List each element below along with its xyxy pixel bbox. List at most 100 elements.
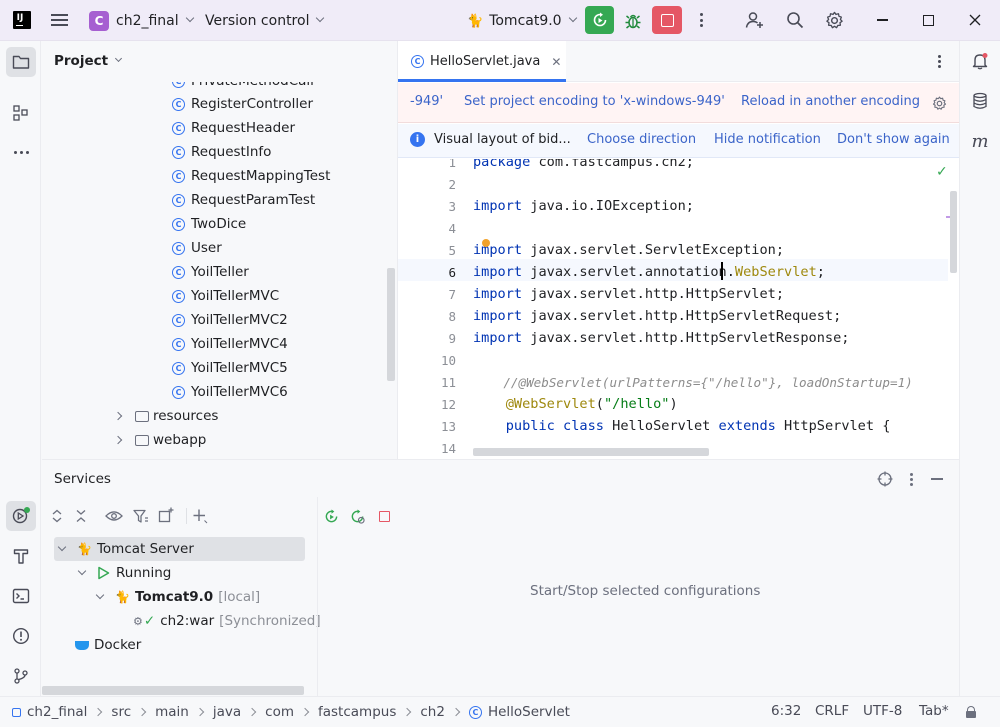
project-switcher[interactable]: C ch2_final [89,10,194,31]
tree-item-class[interactable]: C PrivateMethodCall [172,82,314,93]
maximize-button[interactable] [918,10,938,30]
tree-item-class[interactable]: C YoilTellerMVC4 [172,332,288,356]
hide-notification-link[interactable]: Hide notification [714,132,821,147]
banner-settings-icon[interactable] [930,94,948,112]
editor-tabs-more-icon[interactable] [930,52,948,70]
breadcrumb-item[interactable]: ch2 [420,704,445,720]
git-tool-button[interactable] [6,661,36,691]
rerun-button[interactable] [585,6,614,34]
chevron-right-icon [300,707,310,717]
reload-encoding-link[interactable]: Reload in another encoding [741,94,920,109]
indent-setting[interactable]: Tab* [919,703,949,719]
tree-item-class[interactable]: C RequestParamTest [172,188,315,212]
vcs-widget[interactable]: Version control [205,12,325,30]
more-tools-icon[interactable] [6,137,36,167]
tree-item-class[interactable]: C YoilTellerMVC5 [172,356,288,380]
service-tomcat-server[interactable]: 🐈 Tomcat Server [57,537,194,561]
database-button[interactable] [965,86,995,116]
stop-service-button[interactable] [375,507,393,525]
show-button[interactable] [104,507,124,525]
minimize-icon [931,478,943,480]
tree-item-class[interactable]: C YoilTellerMVC2 [172,308,288,332]
service-running-group[interactable]: Running [77,561,171,585]
structure-tool-button[interactable] [6,98,36,128]
breadcrumb-item[interactable]: ch2_final [27,704,87,720]
notifications-button[interactable] [965,46,995,76]
build-tool-button[interactable] [6,541,36,571]
maven-button[interactable]: m [965,126,995,156]
services-splitter[interactable] [317,497,318,697]
debug-button[interactable] [620,8,646,34]
settings-button[interactable] [823,9,845,31]
services-tree: 🐈 Tomcat Server Running 🐈 Tomcat9.0 [loc… [42,536,321,697]
cursor-position[interactable]: 6:32 [771,703,801,719]
services-tool-button[interactable] [6,501,36,531]
main-menu-icon[interactable] [51,13,68,27]
problems-tool-button[interactable] [6,621,36,651]
services-target-button[interactable] [876,470,894,488]
tree-item-folder[interactable]: resources [113,404,218,428]
tree-item-class[interactable]: C RegisterController [172,92,313,116]
tree-item-class[interactable]: C TwoDice [172,212,246,236]
run-config-selector[interactable]: 🐈 Tomcat9.0 [467,12,577,30]
services-tree-scrollbar[interactable] [42,686,304,695]
redeploy-button[interactable] [348,507,366,525]
more-actions-icon[interactable] [692,10,710,30]
line-separator[interactable]: CRLF [815,703,849,719]
editor-horizontal-scrollbar[interactable] [473,448,709,456]
service-artifact[interactable]: ⚙ ✓ ch2:war [Synchronized] [133,609,321,633]
choose-direction-link[interactable]: Choose direction [587,132,696,147]
project-tool-button[interactable] [6,47,36,77]
project-panel-header[interactable]: Project [54,52,123,70]
terminal-tool-button[interactable] [6,581,36,611]
stop-button[interactable] [652,6,682,34]
tree-item-folder[interactable]: webapp [113,428,206,452]
collapse-all-button[interactable] [72,507,90,525]
title-bar: IJ C ch2_final Version control 🐈 Tomcat9… [0,0,1000,41]
editor-vertical-scrollbar[interactable] [950,191,957,273]
breadcrumb-item[interactable]: HelloServlet [488,704,570,720]
breadcrumb-item[interactable]: src [111,704,131,720]
tree-item-class[interactable]: C YoilTeller [172,260,249,284]
close-tab-icon[interactable]: ✕ [551,55,561,69]
intention-bulb-icon[interactable] [482,239,490,247]
tree-item-class[interactable]: C YoilTellerMVC6 [172,380,288,404]
tree-item-class[interactable]: C User [172,236,222,260]
expand-all-button[interactable] [48,507,66,525]
services-hide-button[interactable] [928,470,946,488]
breadcrumb-item[interactable]: fastcampus [318,704,396,720]
add-service-button[interactable] [190,507,210,525]
breadcrumb-item[interactable]: main [155,704,189,720]
service-tomcat-instance[interactable]: 🐈 Tomcat9.0 [local] [95,585,260,609]
module-icon [12,707,21,717]
folder-icon [135,410,149,422]
code-area[interactable]: 1 package com.fastcampus.ch2; 2 3 import j… [398,159,959,459]
readonly-lock-icon[interactable] [966,706,976,718]
breadcrumb-item[interactable]: com [265,704,294,720]
encoding-value: -949' [410,94,444,109]
intellij-logo-icon[interactable]: IJ [13,11,31,29]
new-group-button[interactable] [156,506,176,524]
inspection-ok-icon[interactable]: ✓ [936,164,948,180]
search-button[interactable] [784,9,806,31]
tree-item-class[interactable]: C RequestInfo [172,140,271,164]
service-docker[interactable]: Docker [75,633,141,657]
services-options-icon[interactable] [902,470,920,488]
eye-icon [105,511,123,521]
rerun-service-button[interactable] [322,507,340,525]
editor-tab[interactable]: C HelloServlet.java ✕ [398,41,566,82]
file-encoding[interactable]: UTF-8 [863,703,902,719]
filter-button[interactable] [131,507,151,525]
tree-item-class[interactable]: C RequestMappingTest [172,164,330,188]
code-with-me-button[interactable] [744,9,766,31]
project-scrollbar[interactable] [387,268,395,381]
problems-icon [12,627,30,645]
set-project-encoding-link[interactable]: Set project encoding to 'x-windows-949' [464,94,725,109]
breadcrumb-item[interactable]: java [213,704,241,720]
tree-item-class[interactable]: C YoilTellerMVC [172,284,279,308]
minimize-button[interactable] [872,10,892,30]
close-window-button[interactable] [965,10,985,30]
run-config-name: Tomcat9.0 [489,13,562,29]
dont-show-again-link[interactable]: Don't show again [837,132,950,147]
tree-item-class[interactable]: C RequestHeader [172,116,295,140]
